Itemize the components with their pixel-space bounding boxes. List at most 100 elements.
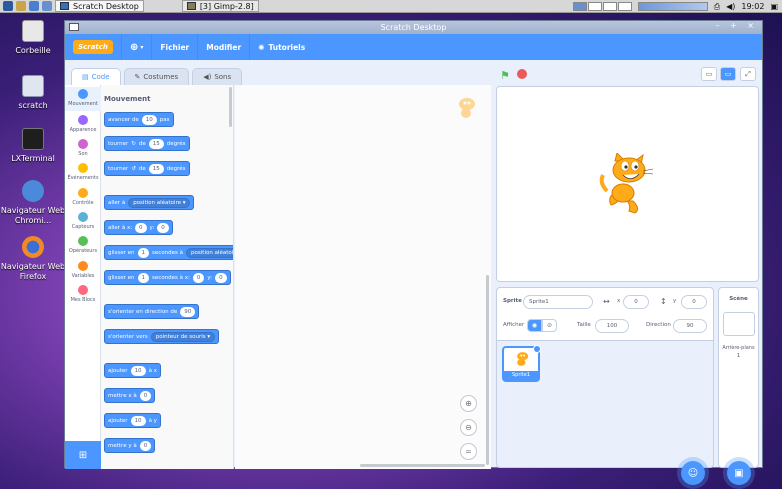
number-input[interactable]: 15	[148, 163, 164, 174]
desktop-icon-scratch[interactable]: scratch	[0, 75, 66, 111]
block-set-x[interactable]: mettre x à 0	[104, 388, 156, 403]
block-move-steps[interactable]: avancer de 10 pas	[104, 112, 174, 127]
number-input[interactable]: 0	[157, 222, 169, 233]
category-sensing[interactable]: Capteurs	[65, 212, 101, 230]
direction-input[interactable]: 90	[673, 319, 707, 333]
script-vertical-scrollbar[interactable]	[486, 275, 489, 465]
menu-edit[interactable]: Modifier	[197, 34, 249, 60]
desktop-icon-trash[interactable]: Corbeille	[0, 20, 66, 56]
number-input[interactable]: 0	[139, 440, 152, 451]
small-stage-button[interactable]: ▭	[701, 67, 717, 81]
window-controls[interactable]: – + ×	[716, 21, 759, 30]
block-goto-xy[interactable]: aller à x: 0 y: 0	[104, 220, 173, 235]
zoom-out-button[interactable]: ⊖	[460, 419, 477, 436]
y-input[interactable]: 0	[681, 295, 707, 309]
add-sprite-button[interactable]: ☺	[681, 461, 705, 485]
block-change-y[interactable]: ajouter 10 à y	[104, 413, 161, 428]
number-input[interactable]: 0	[215, 272, 227, 283]
block-glide-xy[interactable]: glisser en 1 secondes à x: 0 y: 0	[104, 270, 231, 285]
number-input[interactable]: 1	[137, 272, 150, 283]
block-change-x[interactable]: ajouter 10 à x	[104, 363, 161, 378]
zoom-in-button[interactable]: ⊕	[460, 395, 477, 412]
sprite-thumbnail[interactable]: Sprite1	[502, 345, 541, 382]
number-input[interactable]: 15	[148, 138, 164, 149]
cat-sprite[interactable]	[597, 153, 657, 215]
language-menu[interactable]: ⊕ ▾	[121, 34, 151, 60]
target-dropdown[interactable]: pointeur de souris ▾	[150, 331, 216, 342]
task-gimp[interactable]: [3] Gimp-2.8]	[181, 0, 259, 12]
file-manager-icon[interactable]	[16, 1, 26, 11]
target-dropdown[interactable]: position aléatoire	[186, 247, 233, 258]
power-icon[interactable]: ▣	[770, 2, 778, 11]
menu-bar: Scratch ⊕ ▾ Fichier Modifier ✺ Tutoriels	[65, 34, 762, 60]
block-point-towards[interactable]: s'orienter vers pointeur de souris ▾	[104, 329, 220, 344]
menu-file[interactable]: Fichier	[151, 34, 197, 60]
category-events[interactable]: Événements	[65, 163, 101, 181]
menu-icon[interactable]	[3, 1, 13, 11]
category-my-blocks[interactable]: Mes Blocs	[65, 285, 101, 303]
block-goto[interactable]: aller à position aléatoire ▾	[104, 195, 195, 210]
palette-scrollbar[interactable]	[229, 87, 232, 127]
backdrops-label: Arrière-plans	[722, 345, 755, 351]
x-input[interactable]: 0	[623, 295, 649, 309]
category-looks[interactable]: Apparence	[65, 115, 101, 133]
sprite-name-input[interactable]: Sprite1	[523, 295, 593, 309]
task-scratch-desktop[interactable]: Scratch Desktop	[55, 0, 144, 12]
clock[interactable]: 19:02	[741, 2, 764, 11]
script-horizontal-scrollbar[interactable]	[360, 464, 485, 467]
category-control[interactable]: Contrôle	[65, 188, 101, 206]
target-dropdown[interactable]: position aléatoire ▾	[128, 197, 191, 208]
category-menu: Mouvement Apparence Son Événements Contr…	[65, 85, 101, 469]
script-area[interactable]: ⊕ ⊖ =	[235, 85, 491, 469]
add-extension-button[interactable]: ⊞	[65, 441, 101, 469]
tab-sounds[interactable]: ◀) Sons	[192, 68, 243, 85]
category-operators[interactable]: Opérateurs	[65, 236, 101, 254]
show-sprite-button[interactable]: ◉	[527, 319, 542, 332]
number-input[interactable]: 90	[180, 306, 196, 317]
tab-costumes[interactable]: ✎ Costumes	[123, 68, 190, 85]
delete-sprite-icon[interactable]	[533, 345, 541, 353]
window-titlebar[interactable]: Scratch Desktop – + ×	[65, 21, 762, 34]
menu-tutorials[interactable]: ✺ Tutoriels	[249, 34, 313, 60]
number-input[interactable]: 0	[139, 390, 152, 401]
scratch-logo[interactable]: Scratch	[73, 40, 113, 54]
number-input[interactable]: 10	[141, 114, 157, 125]
desktop-icon[interactable]	[42, 1, 52, 11]
add-backdrop-button[interactable]: ▣	[727, 461, 751, 485]
window-menu-icon[interactable]	[69, 23, 79, 31]
sprite-info: Sprite Sprite1 ↔ x 0 ↕ y 0 Afficher ◉ ⊘ …	[497, 288, 713, 341]
block-turn-left[interactable]: tourner ↺ de 15 degrés	[104, 161, 190, 176]
category-motion[interactable]: Mouvement	[65, 87, 101, 111]
window-icon	[60, 2, 69, 10]
stage[interactable]	[496, 86, 759, 282]
number-input[interactable]: 0	[192, 272, 205, 283]
network-icon[interactable]: ⎙	[714, 2, 720, 12]
workspace-switcher[interactable]	[572, 2, 632, 11]
volume-icon[interactable]: ◀)	[726, 2, 735, 11]
desktop-icon-chromium[interactable]: Navigateur Web Chromi...	[0, 180, 66, 226]
number-input[interactable]: 1	[137, 247, 150, 258]
fullscreen-button[interactable]: ⤢	[740, 67, 756, 81]
block-glide[interactable]: glisser en 1 secondes à position aléatoi…	[104, 245, 233, 260]
tab-code[interactable]: ▤ Code	[71, 68, 121, 85]
eye-slash-icon: ⊘	[546, 322, 553, 329]
browser-icon[interactable]	[29, 1, 39, 11]
normal-stage-button[interactable]: ▭	[720, 67, 736, 81]
category-variables[interactable]: Variables	[65, 261, 101, 279]
block-turn-right[interactable]: tourner ↻ de 15 degrés	[104, 136, 190, 151]
number-input[interactable]: 0	[135, 222, 147, 233]
stop-icon[interactable]	[517, 69, 527, 79]
zoom-reset-button[interactable]: =	[460, 443, 477, 460]
block-point-direction[interactable]: s'orienter en direction de 90	[104, 304, 200, 319]
size-input[interactable]: 100	[595, 319, 629, 333]
category-sound[interactable]: Son	[65, 139, 101, 157]
hide-sprite-button[interactable]: ⊘	[542, 319, 557, 332]
desktop-icon-terminal[interactable]: LXTerminal	[0, 128, 66, 164]
desktop-icon-firefox[interactable]: Navigateur Web Firefox	[0, 236, 66, 282]
number-input[interactable]: 10	[130, 415, 146, 426]
backdrop-thumbnail[interactable]	[722, 312, 755, 336]
category-dot	[78, 139, 88, 149]
number-input[interactable]: 10	[130, 365, 146, 376]
green-flag-icon[interactable]: ⚑	[500, 69, 510, 82]
block-set-y[interactable]: mettre y à 0	[104, 438, 156, 453]
